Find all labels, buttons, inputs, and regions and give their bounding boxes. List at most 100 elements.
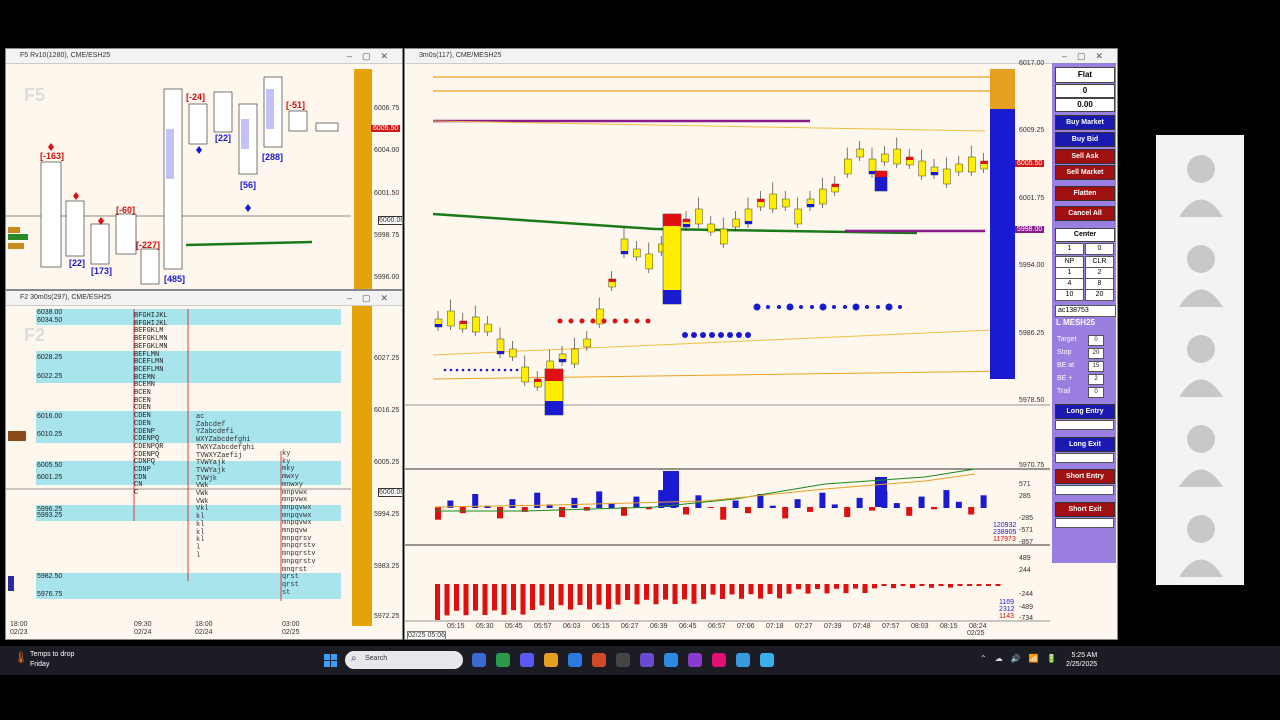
signal-dot <box>736 332 742 338</box>
delta-bar <box>919 584 925 586</box>
qty-preset-20[interactable]: 20 <box>1085 289 1114 301</box>
store-icon[interactable] <box>568 653 582 667</box>
buy-market-button[interactable]: Buy Market <box>1055 115 1115 130</box>
participant-avatar-icon <box>1176 237 1226 317</box>
candle <box>595 297 604 328</box>
main-x-tick: 06:15 <box>592 623 610 630</box>
long-exit-button[interactable]: Long Exit <box>1055 437 1115 452</box>
stop-input[interactable]: 20 <box>1088 348 1104 359</box>
long-entry-select[interactable] <box>1055 420 1114 430</box>
signal-dot <box>612 318 618 324</box>
signal-dot <box>503 368 507 372</box>
delta-bar <box>606 584 611 610</box>
edge-icon[interactable] <box>664 653 678 667</box>
sell-market-button[interactable]: Sell Market <box>1055 165 1115 180</box>
signal-dot <box>832 305 836 309</box>
long-exit-select[interactable] <box>1055 453 1114 463</box>
trail-input[interactable]: 0 <box>1088 387 1104 398</box>
cancel-all-button[interactable]: Cancel All <box>1055 206 1115 221</box>
candle <box>662 213 682 305</box>
candle <box>496 327 505 358</box>
copilot-icon[interactable] <box>640 653 654 667</box>
weather-line2: Friday <box>30 661 50 668</box>
f2-price-label: 5983.25 <box>374 563 400 570</box>
flatten-button[interactable]: Flatten <box>1055 186 1115 201</box>
short-exit-select[interactable] <box>1055 518 1114 528</box>
explorer-icon[interactable] <box>544 653 558 667</box>
signal-dot <box>455 368 459 372</box>
taskbar-search[interactable]: ⌕ Search <box>345 651 463 669</box>
trading-app-icon[interactable] <box>760 653 774 667</box>
long-entry-button[interactable]: Long Entry <box>1055 404 1115 419</box>
delta-axis-label: -734 <box>1019 615 1034 622</box>
profile-row: kl <box>196 536 205 545</box>
delta-bar <box>843 584 849 594</box>
delta-bar <box>701 584 706 600</box>
volume-bar <box>968 507 975 515</box>
start-button[interactable] <box>324 654 337 667</box>
short-entry-button[interactable]: Short Entry <box>1055 469 1115 484</box>
candle <box>682 211 691 231</box>
candle <box>930 159 939 179</box>
f2-price-label: 5972.25 <box>374 613 400 620</box>
qty-input[interactable]: 1 <box>1055 243 1084 255</box>
volume-bar <box>571 497 578 508</box>
delta-bar <box>454 584 459 611</box>
chrome-icon[interactable] <box>688 653 702 667</box>
task-view-icon[interactable] <box>472 653 486 667</box>
weather-widget[interactable]: 🌡 Temps to drop Friday <box>14 650 74 670</box>
signal-dot <box>634 318 640 324</box>
account-select[interactable]: ac138753 <box>1055 305 1116 317</box>
f5-volume-label: [22] <box>69 258 86 268</box>
settings-icon[interactable] <box>616 653 630 667</box>
sell-ask-button[interactable]: Sell Ask <box>1055 149 1115 164</box>
system-tray[interactable]: ⌃☁🔊📶🔋 <box>980 654 1065 663</box>
delta-bar <box>938 584 944 586</box>
target-input[interactable]: 0 <box>1088 335 1104 346</box>
be-at-input[interactable]: 15 <box>1088 361 1104 372</box>
candle <box>819 177 827 208</box>
delta-bar <box>834 584 839 589</box>
main-x-tick: 05:57 <box>534 623 552 630</box>
be-plus-input[interactable]: 2 <box>1088 374 1104 385</box>
visual-studio-icon[interactable] <box>712 653 726 667</box>
qty-secondary[interactable]: 0 <box>1085 243 1114 255</box>
be-plus-label: BE + <box>1057 375 1073 382</box>
signal-dot <box>718 332 724 338</box>
main-x-tick: 07:18 <box>766 623 784 630</box>
signal-dot <box>443 368 447 372</box>
files-icon[interactable] <box>496 653 510 667</box>
f5-chart-canvas[interactable] <box>6 49 402 289</box>
f2-price-label: 6027.25 <box>374 355 400 362</box>
delta-bar <box>929 584 934 588</box>
main-x-tick: 05:45 <box>505 623 523 630</box>
volume-axis-label: 285 <box>1019 493 1031 500</box>
f5-volume-label: [485] <box>164 274 186 284</box>
delta-bar <box>663 584 668 600</box>
buy-bid-button[interactable]: Buy Bid <box>1055 132 1115 147</box>
candle <box>533 371 542 391</box>
center-button[interactable]: Center <box>1055 228 1115 242</box>
main-candlestick-chart[interactable] <box>405 49 1117 639</box>
app-icon[interactable] <box>736 653 750 667</box>
qty-preset-10[interactable]: 10 <box>1055 289 1084 301</box>
candle <box>608 271 616 291</box>
delta-axis-label: -244 <box>1019 591 1034 598</box>
f5-delta-label: [-51] <box>286 100 306 110</box>
main-x-tick: 08:24 <box>969 623 987 630</box>
candle <box>459 313 467 333</box>
short-entry-select[interactable] <box>1055 485 1114 495</box>
f2-current-price-tag: 6000.00 <box>378 488 402 497</box>
delta-bar <box>463 584 469 616</box>
profile-row: C <box>134 489 139 498</box>
delta-bar <box>672 584 678 604</box>
mail-icon[interactable] <box>592 653 606 667</box>
short-exit-button[interactable]: Short Exit <box>1055 502 1115 517</box>
clock[interactable]: 5:25 AM 2/25/2025 <box>1066 651 1097 669</box>
main-date-end: 02/25 <box>967 630 985 637</box>
teams-icon[interactable] <box>520 653 534 667</box>
delta-bar <box>644 584 649 600</box>
candle <box>447 299 455 330</box>
delta-bar <box>549 584 554 610</box>
signal-dot <box>799 305 803 309</box>
